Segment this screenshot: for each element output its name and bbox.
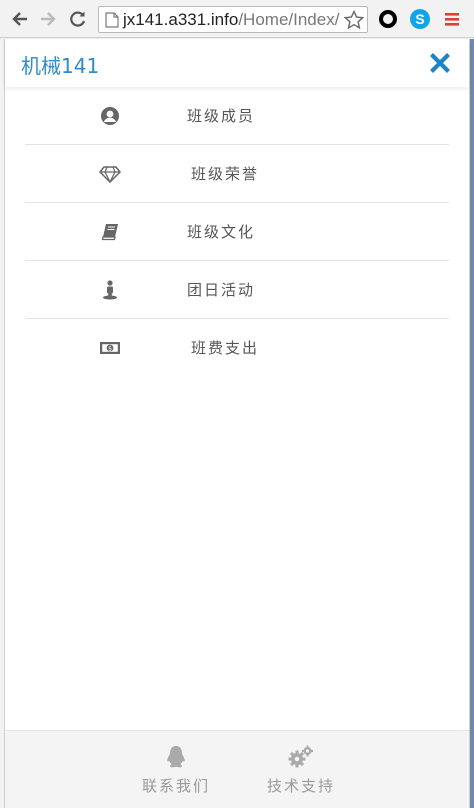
menu-label: 团日活动 <box>187 281 256 299</box>
tech-support-button[interactable]: 技术支持 <box>256 745 346 796</box>
svg-text:S: S <box>415 11 424 27</box>
svg-text:$: $ <box>108 345 112 352</box>
page-footer: 联系我们 技术支持 <box>5 730 469 808</box>
book-icon <box>99 222 121 242</box>
reload-button[interactable] <box>66 7 90 31</box>
gears-icon <box>256 745 346 769</box>
money-icon: $ <box>99 338 121 358</box>
address-bar[interactable]: jx141.a331.info/Home/Index/ <box>98 6 368 33</box>
url-text: jx141.a331.info/Home/Index/ <box>123 10 339 30</box>
menu-label: 班级文化 <box>187 223 256 241</box>
menu-item-members[interactable]: 班级成员 <box>25 87 449 145</box>
forward-button[interactable] <box>36 7 60 31</box>
back-arrow-icon <box>12 12 27 26</box>
forward-arrow-icon <box>41 12 56 26</box>
menu-item-league-day[interactable]: 团日活动 <box>25 261 449 319</box>
back-button[interactable] <box>8 7 32 31</box>
page-icon <box>105 11 119 28</box>
hamburger-icon <box>445 13 459 26</box>
qq-penguin-icon <box>131 745 221 769</box>
page-content: 机械141 班级成员 班级荣誉 班级文化 团日活动 $ 班费支出 联系我们 技术… <box>4 39 470 808</box>
diamond-icon <box>99 164 121 184</box>
browser-toolbar: jx141.a331.info/Home/Index/ S <box>0 0 474 38</box>
url-path: /Home/Index/ <box>238 9 340 29</box>
skype-button[interactable]: S <box>409 8 431 30</box>
url-host: jx141.a331.info <box>123 9 239 29</box>
menu-label: 班费支出 <box>191 339 260 357</box>
menu-label: 班级荣誉 <box>191 165 260 183</box>
street-view-icon <box>99 280 121 300</box>
bookmark-star-button[interactable] <box>343 9 365 31</box>
reload-icon <box>70 11 86 27</box>
ring-icon <box>379 10 397 28</box>
page-header: 机械141 <box>5 39 469 87</box>
extension-ring-button[interactable] <box>377 8 399 30</box>
user-circle-icon <box>99 106 121 126</box>
close-icon <box>430 53 450 73</box>
contact-us-button[interactable]: 联系我们 <box>131 745 221 796</box>
tech-support-label: 技术支持 <box>266 777 335 795</box>
menu-item-honors[interactable]: 班级荣誉 <box>25 145 449 203</box>
window-right-edge <box>470 39 474 808</box>
star-icon <box>344 10 364 30</box>
menu-item-culture[interactable]: 班级文化 <box>25 203 449 261</box>
skype-icon: S <box>410 9 430 29</box>
browser-menu-button[interactable] <box>441 8 463 30</box>
site-title[interactable]: 机械141 <box>21 50 99 79</box>
menu-label: 班级成员 <box>187 107 256 125</box>
contact-us-label: 联系我们 <box>141 777 210 795</box>
close-menu-button[interactable] <box>429 52 451 74</box>
menu-item-expenses[interactable]: $ 班费支出 <box>25 319 449 377</box>
nav-menu: 班级成员 班级荣誉 班级文化 团日活动 $ 班费支出 <box>25 87 449 377</box>
